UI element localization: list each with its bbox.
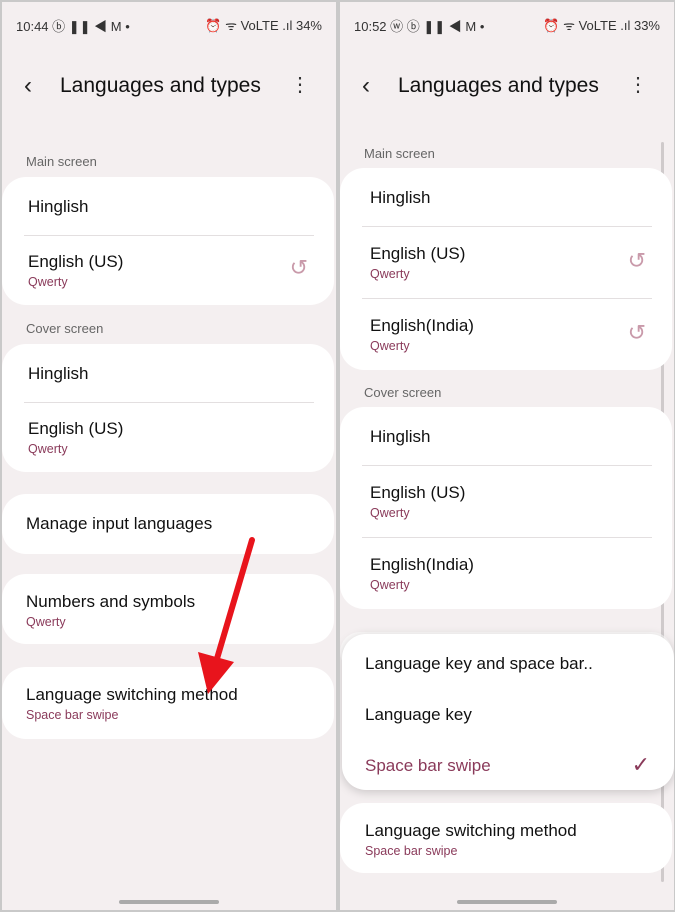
item-title: English (US)	[370, 483, 466, 502]
red-arrow-annotation	[198, 537, 255, 694]
list-item[interactable]: Hinglish	[370, 188, 652, 208]
list-item[interactable]: Hinglish	[370, 427, 652, 447]
item-sub: Qwerty	[370, 506, 410, 520]
section-label: Cover screen	[364, 385, 442, 400]
switching-method-popup: Language key and space bar.. Language ke…	[342, 634, 674, 790]
popup-option[interactable]: Language key	[365, 705, 654, 725]
home-indicator[interactable]	[457, 900, 557, 904]
item-sub: Space bar swipe	[365, 844, 458, 858]
divider	[362, 465, 652, 466]
main-screen-card: Hinglish English (US) Qwerty ↺ English(In…	[340, 168, 672, 370]
option-label: Space bar swipe	[365, 756, 491, 775]
item-sub: Qwerty	[370, 267, 410, 281]
home-indicator[interactable]	[119, 900, 219, 904]
item-title: English (US)	[370, 244, 466, 263]
option-label: Language key	[365, 705, 472, 724]
item-title: Hinglish	[370, 188, 431, 207]
list-item[interactable]: English (US) Qwerty	[370, 244, 652, 281]
popup-option[interactable]: Language key and space bar..	[365, 654, 654, 674]
system-icons: ⏰ ᯤ VoLTE .ıl 33%	[543, 18, 660, 33]
check-icon: ✓	[631, 752, 650, 777]
list-item[interactable]: English (US) Qwerty	[370, 483, 652, 520]
item-sub: Qwerty	[370, 578, 410, 592]
item-title: Language switching method	[365, 821, 577, 840]
left-screen: 10:44 ⓑ ❚❚ ◀ M • ⏰ ᯤ VoLTE .ıl 34% ‹ Lan…	[2, 2, 336, 910]
back-icon[interactable]: ‹	[362, 72, 370, 100]
divider	[362, 537, 652, 538]
page-title: Languages and types	[398, 74, 599, 97]
status-bar: 10:52 ⓦ ⓑ ❚❚ ◀ M • ⏰ ᯤ VoLTE .ıl 33%	[354, 16, 660, 35]
section-label: Main screen	[364, 146, 435, 161]
time: 10:52	[354, 19, 387, 34]
cover-screen-card: Hinglish English (US) Qwerty English(Indi…	[340, 407, 672, 609]
item-title: English(India)	[370, 316, 474, 335]
divider	[362, 226, 652, 227]
popup-option-selected[interactable]: Space bar swipe	[365, 756, 654, 776]
reset-icon[interactable]: ↺	[628, 320, 646, 346]
language-switching-method[interactable]: Language switching method Space bar swipe	[340, 803, 672, 873]
item-sub: Qwerty	[370, 339, 410, 353]
right-screen: 10:52 ⓦ ⓑ ❚❚ ◀ M • ⏰ ᯤ VoLTE .ıl 33% ‹ L…	[340, 2, 674, 910]
option-label: Language key and space bar..	[365, 654, 593, 673]
more-options-icon[interactable]: ⋮	[628, 72, 648, 97]
item-title: English(India)	[370, 555, 474, 574]
list-item[interactable]: English(India) Qwerty	[370, 316, 652, 353]
item-title: Hinglish	[370, 427, 431, 446]
reset-icon[interactable]: ↺	[628, 248, 646, 274]
divider	[362, 298, 652, 299]
notification-icons: ⓦ ⓑ ❚❚ ◀ M •	[390, 19, 485, 34]
list-item[interactable]: English(India) Qwerty	[370, 555, 652, 592]
